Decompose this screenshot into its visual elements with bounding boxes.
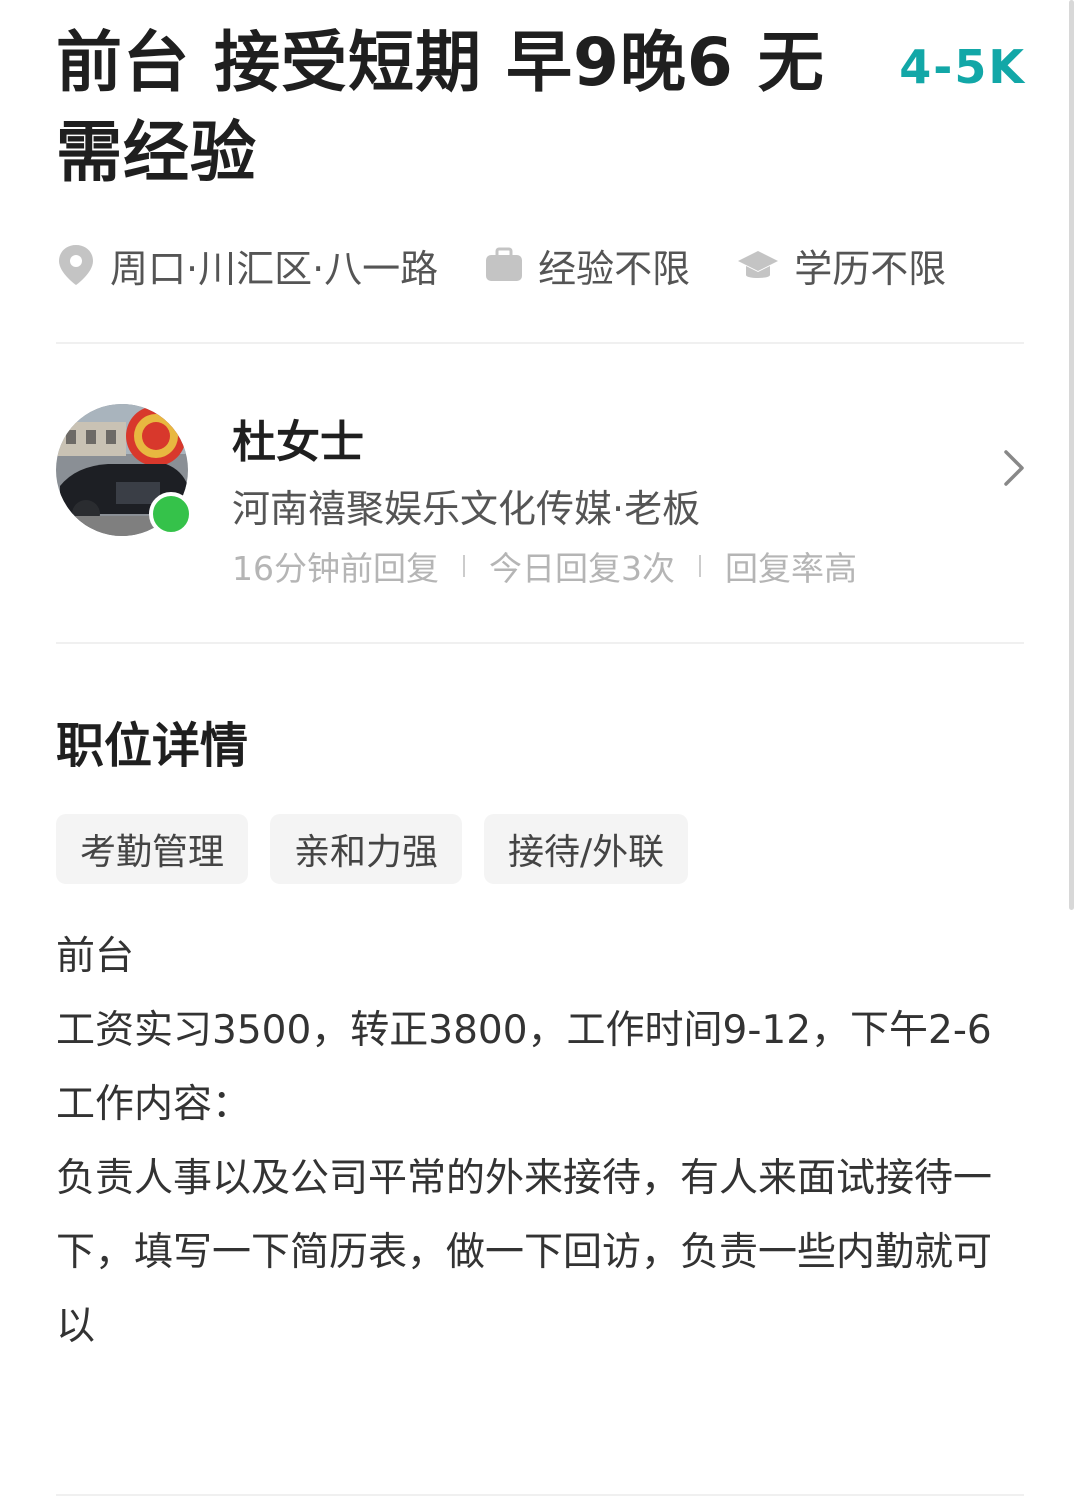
experience: 经验不限 bbox=[484, 238, 690, 293]
chevron-right-icon[interactable] bbox=[1002, 448, 1026, 488]
desc-line: 负责人事以及公司平常的外来接待，有人来面试接待一下，填写一下简历表，做一下回访，… bbox=[56, 1156, 993, 1349]
tag: 考勤管理 bbox=[56, 814, 249, 884]
reply-count: 今日回复3次 bbox=[489, 549, 675, 588]
tag: 接待/外联 bbox=[484, 814, 689, 884]
desc-line: 工作内容： bbox=[56, 1082, 252, 1127]
scrollbar[interactable] bbox=[1069, 0, 1074, 910]
recruiter-stats: 16分钟前回复 今日回复3次 回复率高 bbox=[232, 542, 857, 590]
reply-time: 16分钟前回复 bbox=[232, 549, 439, 588]
location-text: 周口·川汇区·八一路 bbox=[110, 246, 439, 291]
location-pin-icon bbox=[59, 245, 93, 285]
job-title: 前台 接受短期 早9晚6 无需经验 bbox=[56, 24, 825, 191]
desc-line: 前台 bbox=[56, 934, 135, 979]
skill-tags: 考勤管理 亲和力强 接待/外联 bbox=[56, 814, 710, 884]
recruiter-name: 杜女士 bbox=[232, 417, 364, 468]
tag: 亲和力强 bbox=[270, 814, 463, 884]
experience-text: 经验不限 bbox=[538, 246, 691, 291]
divider bbox=[56, 342, 1024, 344]
job-meta: 周口·川汇区·八一路 经验不限 学历不限 bbox=[56, 238, 992, 292]
separator bbox=[463, 555, 465, 577]
divider bbox=[56, 642, 1024, 644]
online-status-dot bbox=[149, 492, 193, 536]
job-header: 前台 接受短期 早9晚6 无需经验 4-5K bbox=[56, 18, 1026, 198]
graduation-cap-icon bbox=[738, 251, 779, 278]
recruiter-company: 河南禧聚娱乐文化传媒·老板 bbox=[232, 487, 701, 531]
location: 周口·川汇区·八一路 bbox=[56, 238, 438, 293]
job-description: 前台 工资实习3500，转正3800，工作时间9-12，下午2-6 工作内容： … bbox=[56, 920, 1026, 1364]
education-text: 学历不限 bbox=[794, 246, 947, 291]
recruiter-card[interactable]: 杜女士 河南禧聚娱乐文化传媒·老板 16分钟前回复 今日回复3次 回复率高 bbox=[56, 400, 1026, 600]
divider bbox=[56, 1494, 1024, 1496]
salary: 4-5K bbox=[899, 40, 1026, 94]
separator bbox=[699, 555, 701, 577]
education: 学历不限 bbox=[736, 238, 946, 293]
section-title: 职位详情 bbox=[56, 718, 249, 774]
desc-line: 工资实习3500，转正3800，工作时间9-12，下午2-6 bbox=[56, 1008, 992, 1053]
reply-rate: 回复率高 bbox=[725, 549, 857, 588]
briefcase-icon bbox=[486, 247, 523, 281]
